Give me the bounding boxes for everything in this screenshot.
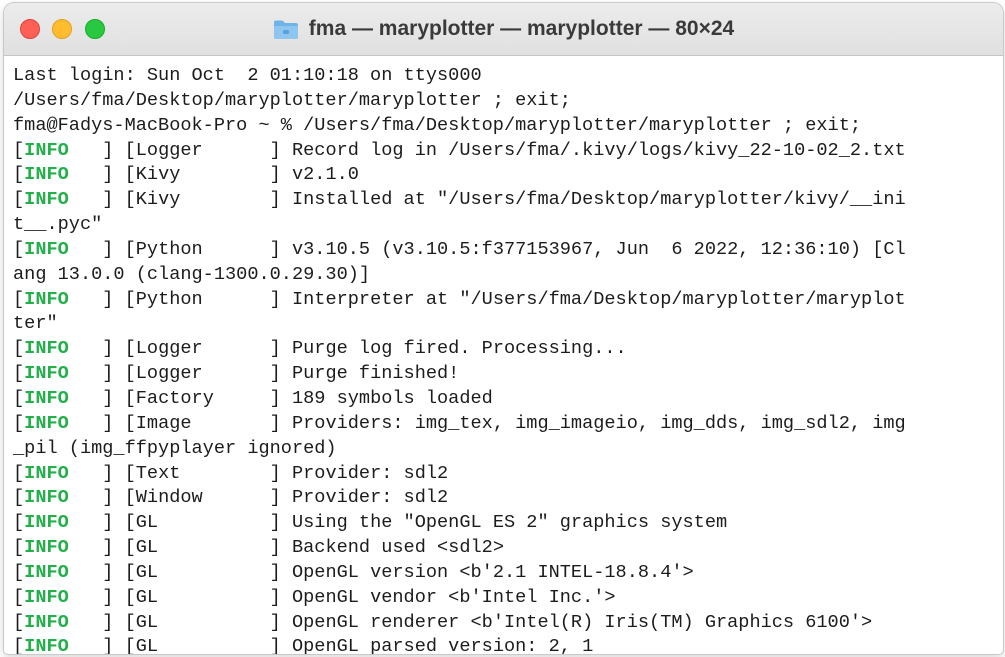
log-level-info: INFO — [24, 238, 69, 260]
terminal-line: [INFO ] [Python ] v3.10.5 (v3.10.5:f3771… — [13, 238, 1003, 263]
terminal-line: t__.pyc" — [13, 213, 1003, 238]
log-bracket: [ — [13, 561, 25, 583]
log-message: ] [GL ] OpenGL renderer <b'Intel(R) Iris… — [68, 611, 873, 633]
terminal-line: [INFO ] [Kivy ] Installed at "/Users/fma… — [13, 188, 1003, 213]
log-bracket: [ — [13, 363, 25, 385]
log-message: ] [Python ] Interpreter at "/Users/fma/D… — [68, 288, 906, 310]
log-message: ] [Logger ] Purge log fired. Processing.… — [68, 338, 627, 360]
terminal-line: [INFO ] [GL ] OpenGL parsed version: 2, … — [13, 635, 1003, 654]
output-text: ter" — [13, 313, 58, 335]
terminal-line: [INFO ] [GL ] OpenGL renderer <b'Intel(R… — [13, 611, 1003, 636]
log-message: ] [GL ] Backend used <sdl2> — [68, 537, 504, 559]
log-message: ] [Logger ] Purge finished! — [68, 363, 460, 385]
terminal-line: [INFO ] [GL ] Using the "OpenGL ES 2" gr… — [13, 511, 1003, 536]
log-bracket: [ — [13, 636, 25, 654]
log-level-info: INFO — [24, 189, 69, 211]
log-bracket: [ — [13, 189, 25, 211]
log-message: ] [GL ] OpenGL version <b'2.1 INTEL-18.8… — [68, 561, 694, 583]
log-bracket: [ — [13, 338, 25, 360]
output-text: /Users/fma/Desktop/maryplotter/maryplott… — [13, 89, 571, 111]
log-level-info: INFO — [24, 561, 69, 583]
log-bracket: [ — [13, 164, 25, 186]
terminal-line: fma@Fadys-MacBook-Pro ~ % /Users/fma/Des… — [13, 114, 1003, 139]
output-text: t__.pyc" — [13, 214, 103, 236]
log-level-info: INFO — [24, 363, 69, 385]
log-level-info: INFO — [24, 611, 69, 633]
log-level-info: INFO — [24, 462, 69, 484]
folder-icon — [273, 18, 299, 40]
log-level-info: INFO — [24, 586, 69, 608]
log-level-info: INFO — [24, 288, 69, 310]
log-bracket: [ — [13, 512, 25, 534]
log-message: ] [Python ] v3.10.5 (v3.10.5:f377153967,… — [68, 238, 906, 260]
terminal-line: [INFO ] [GL ] Backend used <sdl2> — [13, 536, 1003, 561]
output-text: _pil (img_ffpyplayer ignored) — [13, 437, 337, 459]
terminal-line: [INFO ] [Kivy ] v2.1.0 — [13, 163, 1003, 188]
output-text: fma@Fadys-MacBook-Pro ~ % /Users/fma/Des… — [13, 114, 862, 136]
terminal-line: _pil (img_ffpyplayer ignored) — [13, 437, 1003, 462]
log-message: ] [GL ] Using the "OpenGL ES 2" graphics… — [68, 512, 728, 534]
log-bracket: [ — [13, 487, 25, 509]
title-bar[interactable]: fma — maryplotter — maryplotter — 80×24 — [4, 3, 1003, 56]
log-message: ] [Logger ] Record log in /Users/fma/.ki… — [68, 139, 906, 161]
log-message: ] [GL ] OpenGL parsed version: 2, 1 — [68, 636, 594, 654]
terminal-line: [INFO ] [GL ] OpenGL version <b'2.1 INTE… — [13, 561, 1003, 586]
terminal-line: /Users/fma/Desktop/maryplotter/maryplott… — [13, 89, 1003, 114]
terminal-line: [INFO ] [GL ] OpenGL vendor <b'Intel Inc… — [13, 586, 1003, 611]
log-level-info: INFO — [24, 412, 69, 434]
log-message: ] [Factory ] 189 symbols loaded — [68, 387, 493, 409]
log-bracket: [ — [13, 288, 25, 310]
terminal-line: [INFO ] [Text ] Provider: sdl2 — [13, 462, 1003, 487]
terminal-window: fma — maryplotter — maryplotter — 80×24 … — [4, 3, 1003, 654]
terminal-line: [INFO ] [Window ] Provider: sdl2 — [13, 486, 1003, 511]
window-title: fma — maryplotter — maryplotter — 80×24 — [308, 17, 735, 40]
log-message: ] [GL ] OpenGL vendor <b'Intel Inc.'> — [68, 586, 616, 608]
window-title-group: fma — maryplotter — maryplotter — 80×24 — [4, 3, 1003, 55]
log-message: ] [Text ] Provider: sdl2 — [68, 462, 449, 484]
log-level-info: INFO — [24, 512, 69, 534]
log-bracket: [ — [13, 412, 25, 434]
log-level-info: INFO — [24, 636, 69, 654]
log-level-info: INFO — [24, 338, 69, 360]
log-level-info: INFO — [24, 487, 69, 509]
log-message: ] [Image ] Providers: img_tex, img_image… — [68, 412, 906, 434]
log-level-info: INFO — [24, 387, 69, 409]
terminal-output[interactable]: Last login: Sun Oct 2 01:10:18 on ttys00… — [4, 56, 1003, 654]
terminal-line: [INFO ] [Logger ] Purge finished! — [13, 362, 1003, 387]
log-level-info: INFO — [24, 164, 69, 186]
output-text: ang 13.0.0 (clang-1300.0.29.30)] — [13, 263, 371, 285]
terminal-line: [INFO ] [Logger ] Record log in /Users/f… — [13, 139, 1003, 164]
output-text: Last login: Sun Oct 2 01:10:18 on ttys00… — [13, 65, 482, 86]
terminal-line: Last login: Sun Oct 2 01:10:18 on ttys00… — [13, 64, 1003, 89]
log-bracket: [ — [13, 611, 25, 633]
log-message: ] [Kivy ] v2.1.0 — [68, 164, 359, 186]
terminal-line: [INFO ] [Factory ] 189 symbols loaded — [13, 387, 1003, 412]
log-bracket: [ — [13, 462, 25, 484]
log-bracket: [ — [13, 387, 25, 409]
log-message: ] [Kivy ] Installed at "/Users/fma/Deskt… — [68, 189, 906, 211]
log-message: ] [Window ] Provider: sdl2 — [68, 487, 449, 509]
log-level-info: INFO — [24, 537, 69, 559]
log-bracket: [ — [13, 238, 25, 260]
terminal-line: [INFO ] [Python ] Interpreter at "/Users… — [13, 288, 1003, 313]
terminal-line: ter" — [13, 312, 1003, 337]
log-bracket: [ — [13, 139, 25, 161]
terminal-line: [INFO ] [Logger ] Purge log fired. Proce… — [13, 337, 1003, 362]
terminal-line: ang 13.0.0 (clang-1300.0.29.30)] — [13, 263, 1003, 288]
terminal-line: [INFO ] [Image ] Providers: img_tex, img… — [13, 412, 1003, 437]
log-level-info: INFO — [24, 139, 69, 161]
log-bracket: [ — [13, 537, 25, 559]
log-bracket: [ — [13, 586, 25, 608]
